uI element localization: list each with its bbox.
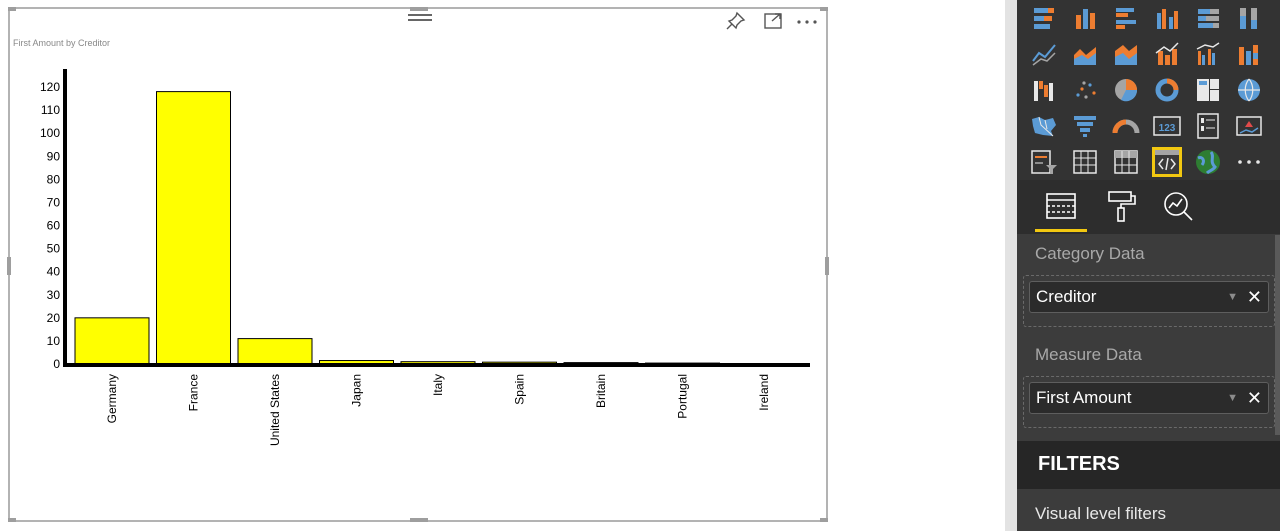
custom-visual-icon[interactable] xyxy=(1152,147,1182,177)
measure-data-label: Measure Data xyxy=(1035,345,1142,364)
pane-divider[interactable] xyxy=(1005,0,1017,531)
remove-field-icon[interactable]: ✕ xyxy=(1247,282,1262,312)
visualizations-pane: 123 Category Data Creditor ▼ ✕ Measure D… xyxy=(1017,0,1280,531)
y-tick-label: 30 xyxy=(47,288,61,302)
ribbon-chart-icon[interactable] xyxy=(1234,39,1264,69)
map-icon[interactable] xyxy=(1234,75,1264,105)
format-tab[interactable] xyxy=(1095,188,1147,232)
bar-france xyxy=(156,91,231,365)
y-tick-label: 80 xyxy=(47,172,61,186)
table-icon[interactable] xyxy=(1070,147,1100,177)
category-field-pill[interactable]: Creditor ▼ ✕ xyxy=(1029,281,1269,313)
x-tick-label: Spain xyxy=(513,374,527,405)
scatter-icon[interactable] xyxy=(1070,75,1100,105)
y-tick-label: 90 xyxy=(47,149,61,163)
stacked-column-icon[interactable] xyxy=(1070,3,1100,33)
measure-field-pill[interactable]: First Amount ▼ ✕ xyxy=(1029,382,1269,414)
100-stacked-bar-icon[interactable] xyxy=(1193,3,1223,33)
y-tick-label: 70 xyxy=(47,195,61,209)
slicer-icon[interactable] xyxy=(1029,147,1059,177)
stacked-area-icon[interactable] xyxy=(1111,39,1141,69)
y-tick-label: 0 xyxy=(53,357,60,371)
funnel-icon[interactable] xyxy=(1070,111,1100,141)
x-tick-label: Germany xyxy=(105,374,119,423)
x-tick-label: France xyxy=(187,374,201,412)
pane-scrollbar[interactable] xyxy=(1275,235,1280,435)
x-tick-label: Italy xyxy=(431,374,445,396)
line-clustered-column-icon[interactable] xyxy=(1193,39,1223,69)
y-tick-label: 100 xyxy=(40,126,60,140)
pane-tabs xyxy=(1017,180,1280,234)
y-tick-label: 50 xyxy=(47,242,61,256)
bar-united-states xyxy=(237,338,313,365)
treemap-icon[interactable] xyxy=(1193,75,1223,105)
waterfall-icon[interactable] xyxy=(1029,75,1059,105)
filters-header: FILTERS xyxy=(1017,441,1280,489)
y-tick-label: 120 xyxy=(40,80,60,94)
multi-row-card-icon[interactable] xyxy=(1193,111,1223,141)
pie-chart-icon[interactable] xyxy=(1111,75,1141,105)
category-data-well[interactable]: Creditor ▼ ✕ xyxy=(1023,275,1275,327)
area-chart-icon[interactable] xyxy=(1070,39,1100,69)
chevron-down-icon[interactable]: ▼ xyxy=(1227,383,1238,413)
category-data-label: Category Data xyxy=(1035,244,1145,263)
x-tick-label: Britain xyxy=(594,374,608,408)
line-chart-icon[interactable] xyxy=(1029,39,1059,69)
line-column-icon[interactable] xyxy=(1152,39,1182,69)
y-tick-label: 40 xyxy=(47,265,61,279)
x-tick-label: United States xyxy=(268,374,282,446)
kpi-icon[interactable] xyxy=(1234,111,1264,141)
y-tick-label: 60 xyxy=(47,219,61,233)
globe-map-icon[interactable] xyxy=(1193,147,1223,177)
matrix-icon[interactable] xyxy=(1111,147,1141,177)
analytics-tab[interactable] xyxy=(1153,188,1205,232)
chevron-down-icon[interactable]: ▼ xyxy=(1227,282,1238,312)
visual-type-gallery: 123 xyxy=(1017,0,1280,180)
y-tick-label: 110 xyxy=(41,103,60,117)
x-tick-label: Ireland xyxy=(757,374,771,411)
donut-chart-icon[interactable] xyxy=(1152,75,1182,105)
stacked-bar-icon[interactable] xyxy=(1029,3,1059,33)
clustered-bar-icon[interactable] xyxy=(1111,3,1141,33)
x-tick-label: Portugal xyxy=(676,374,690,419)
card-icon[interactable]: 123 xyxy=(1152,111,1182,141)
visual-container[interactable]: First Amount by Creditor 0 10 20 30 40 50 60 70… xyxy=(7,7,829,522)
y-tick-label: 10 xyxy=(47,334,61,348)
bar-chart: 0 10 20 30 40 50 60 70 80 90 100 110 120 Germany Franc… xyxy=(40,69,810,446)
measure-data-well[interactable]: First Amount ▼ ✕ xyxy=(1023,376,1275,428)
filters-title: FILTERS xyxy=(1038,453,1120,475)
remove-field-icon[interactable]: ✕ xyxy=(1247,383,1262,413)
filled-map-icon[interactable] xyxy=(1029,111,1059,141)
100-stacked-column-icon[interactable] xyxy=(1234,3,1264,33)
gauge-icon[interactable] xyxy=(1111,111,1141,141)
bar-germany xyxy=(74,317,150,365)
fields-tab[interactable] xyxy=(1035,188,1087,232)
clustered-column-icon[interactable] xyxy=(1152,3,1182,33)
measure-field-name: First Amount xyxy=(1036,388,1132,407)
y-tick-label: 20 xyxy=(47,311,61,325)
x-tick-label: Japan xyxy=(350,374,364,407)
more-icon[interactable] xyxy=(1234,147,1264,177)
visual-level-filters-label: Visual level filters xyxy=(1035,504,1167,523)
svg-text:123: 123 xyxy=(1159,123,1176,134)
category-field-name: Creditor xyxy=(1036,287,1097,306)
